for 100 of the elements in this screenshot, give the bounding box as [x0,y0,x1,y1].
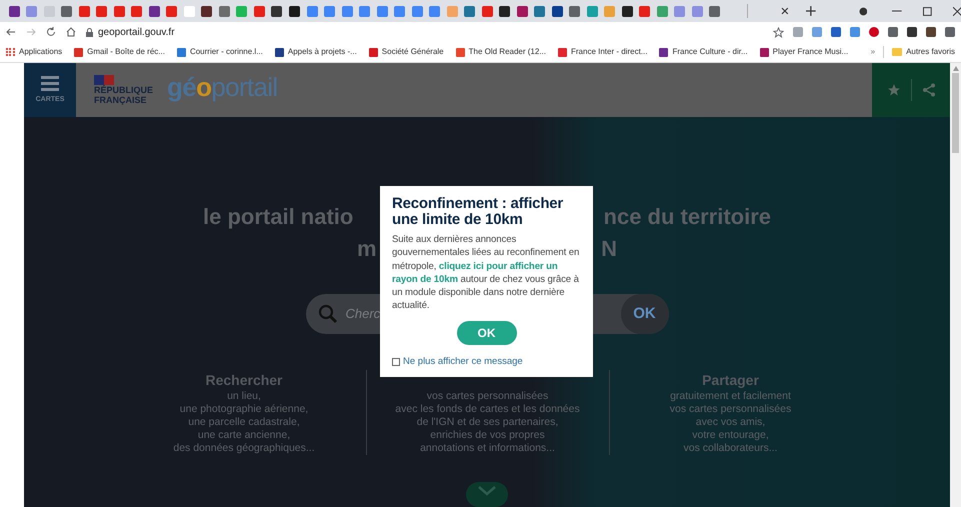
column-title: Rechercher [205,371,283,390]
favicon-icon [26,6,38,16]
home-icon[interactable] [66,27,76,37]
favicon-icon [236,6,248,16]
headline-text: nce du territoire [604,203,771,231]
favicon-icon [61,6,72,16]
bookmark-link[interactable]: Courrier - corinne.l... [190,46,263,58]
browser-tab[interactable] [550,3,564,19]
browser-tab[interactable] [620,3,635,19]
headline-text: N [601,235,617,263]
favicon-icon [306,6,318,16]
browser-tab[interactable] [270,3,284,19]
favicon-icon [639,6,650,16]
bookmark-star-icon[interactable] [773,26,784,38]
bookmark-link[interactable]: Player France Musi... [772,46,848,58]
favicon-icon [534,6,546,16]
favicon-icon [499,6,510,16]
bookmark-folder[interactable]: Autres favoris [906,46,955,58]
favicon-icon [464,6,476,16]
headline-text: m [357,235,377,263]
favicon-icon [429,6,440,16]
favicon-icon [709,6,720,16]
favicon-icon [604,6,616,16]
record-icon[interactable] [858,6,868,16]
browser-tab[interactable] [147,3,162,19]
favicon-icon [166,6,178,16]
scroll-up-icon[interactable] [952,66,958,71]
search-placeholder: Cherc [346,305,380,324]
scrollbar-thumb[interactable] [952,73,959,153]
forward-icon[interactable] [26,27,36,37]
republic-text: RÉPUBLIQUE [94,85,154,95]
more-bookmarks-button[interactable]: » [870,46,876,58]
column-text: gratuitement et facilement [670,390,791,403]
menu-icon [41,74,59,91]
address-bar-url[interactable]: geoportail.gouv.fr [98,24,175,40]
column-text: vos cartes personnalisées [426,390,548,403]
column-text: vos collaborateurs... [684,442,778,455]
column-text: avec vos amis, [696,416,766,429]
share-icon[interactable] [922,83,936,97]
bookmark-link[interactable]: Société Générale [382,46,444,58]
favicon-icon [114,6,125,16]
browser-tab[interactable] [200,3,214,19]
favicon-icon [8,6,20,16]
favicon-icon [394,6,406,16]
browser-tab[interactable] [287,3,302,19]
dialog-message: Suite aux dernières annonces gouvernementales liées au reconfinement en métropole, cliquez ici pour afficher un rayon de 10km autour de chez vous grâce à un module disponible dans notre dernière actualité. [392,233,580,313]
favicon-icon [131,6,142,16]
headline-text: le portail natio [203,203,354,231]
favicon-icon [552,6,563,16]
favicon-icon [359,6,370,16]
favicon-icon [586,6,598,16]
bookmark-link[interactable]: Appels à projets -... [288,46,357,58]
search-icon [318,304,338,324]
lock-icon [86,28,93,36]
republic-text: FRANÇAISE [94,95,148,105]
column-text: avec les fonds de cartes et les données [395,403,580,416]
column-text: une photographie aérienne, [180,403,308,416]
favicon-icon [376,6,388,16]
bookmark-link[interactable]: France Inter - direct... [571,46,648,58]
column-text: vos cartes personnalisées [670,403,792,416]
favicon-icon [78,6,90,16]
column-text: une parcelle cadastrale, [188,416,300,429]
checkbox[interactable] [392,358,400,366]
bookmark-link[interactable]: The Old Reader (12... [468,46,546,58]
favicon-icon [148,6,160,16]
favicon-icon [516,6,528,16]
reload-icon[interactable] [46,27,56,37]
dialog-title: Reconfinement : afficher une limite de 10km [392,196,564,228]
favicon-icon [482,6,493,16]
bookmark-link[interactable]: Applications [19,46,62,58]
favicon-icon [289,6,300,16]
favicon-icon [446,6,458,16]
checkbox-label[interactable]: Ne plus afficher ce message [403,354,523,370]
scroll-down-button[interactable] [466,482,508,507]
browser-tab[interactable] [7,3,22,19]
bookmark-link[interactable]: France Culture - dir... [672,46,748,58]
favicon-icon [201,6,212,16]
column-text: une carte ancienne, [198,429,290,442]
favicon-icon [412,6,423,16]
browser-tab[interactable] [497,3,512,19]
favicon-icon [324,6,336,16]
column-text: annotations et informations... [420,442,555,455]
search-button[interactable]: OK [620,294,668,334]
close-tab-icon[interactable] [781,7,789,15]
favicon-icon [692,6,703,16]
close-window-icon[interactable] [952,6,961,16]
new-tab-icon[interactable] [806,6,816,16]
chevron-down-icon [478,486,496,496]
favicon-icon [342,6,353,16]
favicon-icon [622,6,633,16]
bookmark-link[interactable]: Gmail - Boîte de réc... [87,46,165,58]
favicon-icon [254,6,265,16]
browser-tab[interactable] [514,3,530,19]
column-text: de l'IGN et de ses partenaires, [416,416,558,429]
column-text: des données géographiques... [173,442,315,455]
back-icon[interactable] [6,27,16,37]
star-icon[interactable] [886,83,900,97]
maximize-icon[interactable] [922,6,932,16]
column-title: Partager [702,371,759,390]
favicon-icon [96,6,108,16]
